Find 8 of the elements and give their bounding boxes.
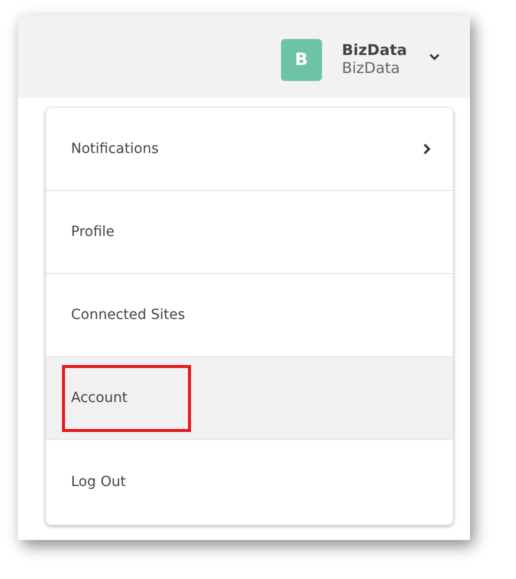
menu-item[interactable]: Account [46, 357, 453, 440]
chevron-right-icon [423, 143, 431, 155]
menu-item[interactable]: Profile [46, 191, 453, 274]
user-name: BizData [342, 40, 407, 58]
org-name: BizData [342, 58, 401, 76]
menu-item[interactable]: Notifications [46, 108, 453, 191]
chevron-down-icon[interactable] [429, 52, 440, 60]
menu-item[interactable]: Log Out [46, 440, 453, 523]
